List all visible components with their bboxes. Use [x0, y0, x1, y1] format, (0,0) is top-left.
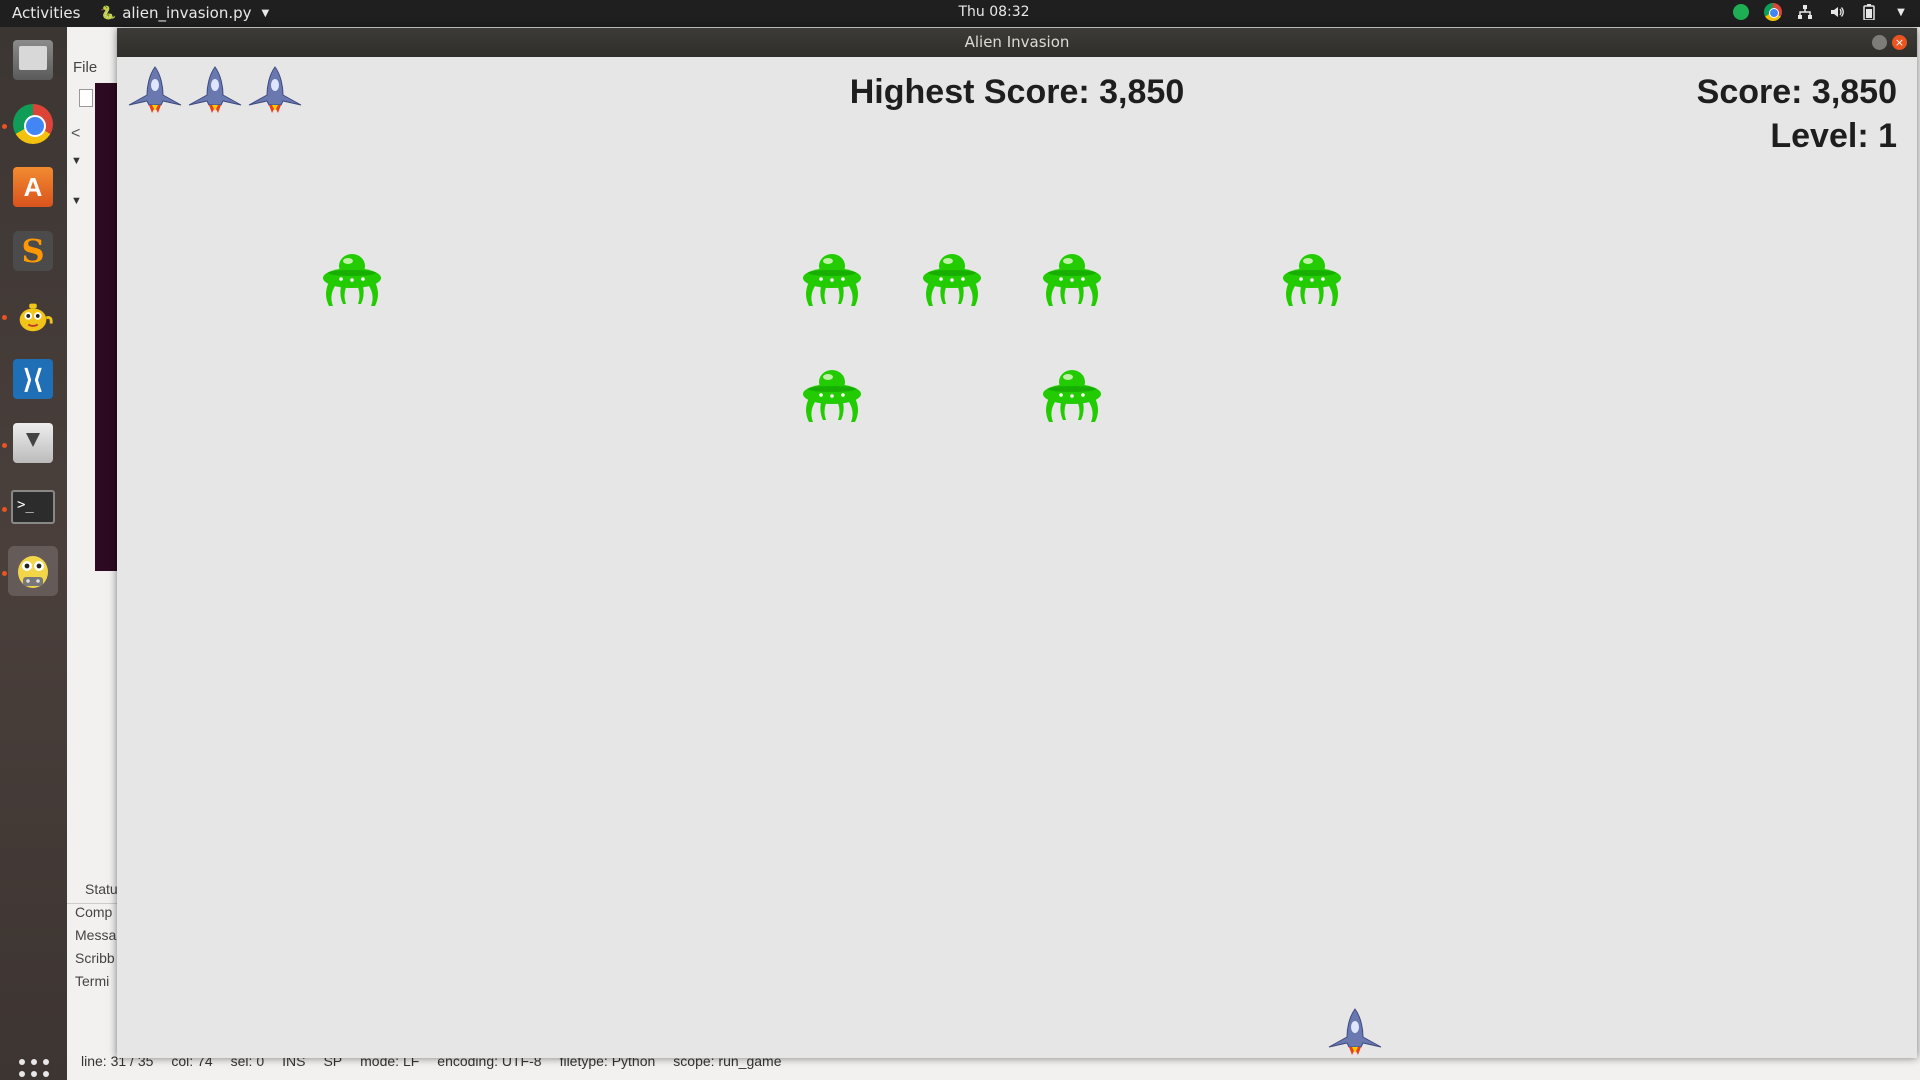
score: Score: 3,850	[1696, 73, 1897, 111]
highest-score: Highest Score: 3,850	[849, 73, 1185, 111]
show-applications-icon[interactable]	[19, 1059, 49, 1080]
chrome-tray-icon[interactable]	[1764, 3, 1782, 21]
menu-file[interactable]: File	[73, 59, 97, 76]
hangouts-icon[interactable]	[1732, 3, 1750, 21]
installer-icon	[13, 423, 53, 463]
tree-expander-icon[interactable]: ▼	[71, 195, 82, 207]
software-store-icon: A	[13, 167, 53, 207]
chrome-icon	[13, 104, 53, 144]
sublime-text-icon: S	[13, 231, 53, 271]
terminal-icon: >_	[11, 490, 55, 524]
alien-sprite	[321, 250, 383, 308]
clock[interactable]: Thu 08:32	[0, 4, 1920, 20]
top-bar: Activities 🐍 alien_invasion.py ▼ Thu 08:…	[0, 0, 1920, 27]
window-title: Alien Invasion	[964, 33, 1070, 51]
volume-icon[interactable]	[1828, 3, 1846, 21]
chevron-left-icon[interactable]: <	[71, 125, 80, 143]
minimize-button[interactable]	[1872, 35, 1887, 50]
alien-sprite	[801, 366, 863, 424]
life-ship-icon	[247, 65, 303, 115]
dock-software-store[interactable]: A	[8, 162, 58, 212]
level: Level: 1	[1770, 117, 1897, 155]
alien-sprite	[1281, 250, 1343, 308]
alien-sprite	[1041, 250, 1103, 308]
running-indicator	[2, 443, 7, 448]
life-ship-icon	[127, 65, 183, 115]
tree-expander-icon[interactable]: ▼	[71, 155, 82, 167]
alien-sprite	[801, 250, 863, 308]
game-playfield[interactable]: Highest Score: 3,850 Score: 3,850 Level:…	[117, 57, 1917, 1058]
teapot-icon	[13, 295, 53, 335]
dock-teapot[interactable]	[8, 290, 58, 340]
running-indicator	[2, 124, 7, 129]
system-menu-chevron-icon[interactable]: ▼	[1892, 3, 1910, 21]
dock-vscode[interactable]: ⟩⟨	[8, 354, 58, 404]
life-ship-icon	[187, 65, 243, 115]
dock-terminal[interactable]: >_	[8, 482, 58, 532]
system-tray[interactable]: ▼	[1732, 3, 1910, 21]
alien-sprite	[1041, 366, 1103, 424]
dock-chrome[interactable]	[8, 99, 58, 149]
battery-icon[interactable]	[1860, 3, 1878, 21]
dock-files[interactable]	[8, 35, 58, 85]
alien-invasion-window: Alien Invasion × Highest Score: 3,850 Sc…	[117, 28, 1917, 1058]
dock-pygame[interactable]	[8, 546, 58, 596]
dock: A S ⟩⟨ >_	[0, 27, 67, 1080]
running-indicator	[2, 507, 7, 512]
window-titlebar[interactable]: Alien Invasion ×	[117, 28, 1917, 57]
editor-sidebar	[95, 83, 117, 571]
dock-installer[interactable]	[8, 418, 58, 468]
vscode-icon: ⟩⟨	[13, 359, 53, 399]
running-indicator	[2, 571, 7, 576]
files-icon	[13, 40, 53, 80]
player-ship	[1327, 1007, 1383, 1057]
running-indicator	[2, 315, 7, 320]
alien-sprite	[921, 250, 983, 308]
close-button[interactable]: ×	[1892, 35, 1907, 50]
network-icon[interactable]	[1796, 3, 1814, 21]
pygame-icon	[12, 550, 54, 592]
dock-sublime-text[interactable]: S	[8, 226, 58, 276]
document-icon	[79, 89, 93, 107]
